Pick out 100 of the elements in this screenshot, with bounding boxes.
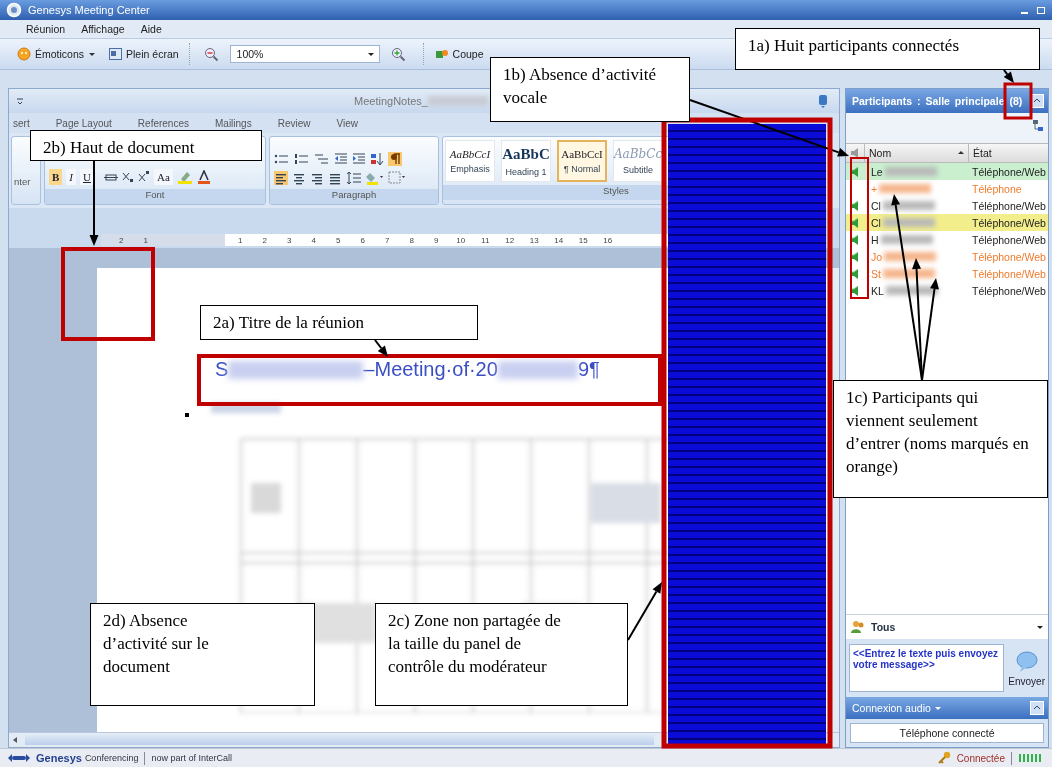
zoom-select[interactable]: 100% [229,45,380,63]
style-option[interactable]: AaBbCcI Emphasis [445,140,495,182]
style-option[interactable]: AaBbCcI ¶ Normal [557,140,607,182]
maximize-icon[interactable] [1036,5,1046,15]
ribbon-label: nter [14,176,32,187]
arrow [627,582,662,641]
document-title: MeetingNotes_ [354,95,428,107]
paragraph-mark-icon[interactable] [388,152,402,166]
annotation-callout: 1c) Participants qui viennent seulement d’entrer (noms marqués en orange) [833,380,1048,498]
fullscreen-button[interactable]: Plein écran [106,46,182,62]
menu-item[interactable]: Aide [140,23,162,35]
change-case-button[interactable]: Aa [153,169,173,185]
ribbon-group-label: Font [45,189,265,204]
ruler-number: 6 [359,235,366,245]
window-title: Genesys Meeting Center [28,4,150,16]
audio-status-field: Téléphone connecté [850,723,1044,743]
participant-name: Jo [871,250,883,263]
quick-access-icon[interactable] [15,96,25,106]
speaker-icon [850,147,860,159]
increase-indent-icon[interactable] [352,152,366,166]
ribbon-tab[interactable]: View [336,117,358,129]
decrease-indent-icon[interactable] [334,152,348,166]
brand-logo-icon [8,753,30,763]
participant-row[interactable]: H Téléphone/Web [846,231,1048,248]
align-right-icon[interactable] [310,171,324,185]
ruler-number: 10 [455,235,467,245]
ribbon-tab[interactable]: Review [277,117,311,129]
participant-name: Le [871,165,883,178]
annotation-callout: 2a) Titre de la réunion [200,305,478,340]
ribbon-tab[interactable]: References [137,117,189,129]
share-button[interactable]: Coupe [431,45,487,63]
participant-name: Cl [871,216,881,229]
ruler-number: 14 [553,235,565,245]
participant-row[interactable]: Cl Téléphone/Web [846,214,1048,231]
menu-item[interactable]: Réunion [26,23,66,35]
arrow [374,339,388,357]
ribbon-tab[interactable]: Mailings [215,117,252,129]
puzzle-icon [434,47,449,61]
help-icon[interactable] [817,94,829,108]
ribbon-group-label: Styles [603,185,629,196]
ruler-number: 12 [504,235,516,245]
brand-name: Genesys [36,752,82,764]
participant-row[interactable]: KL Téléphone/Web [846,282,1048,299]
subscript-icon[interactable] [121,171,134,183]
ruler-number: 16 [602,235,614,245]
annotation-callout: 2c) Zone non partagée de la taille du panel de contrôle du modérateur [375,603,628,706]
emoticons-button[interactable]: Émoticons [14,45,100,63]
ruler-number: 5 [335,235,342,245]
strikethrough-icon[interactable] [103,171,118,183]
caret-icon[interactable] [1036,623,1044,631]
redaction-blur [882,269,935,278]
ruler-number: 1 [237,235,244,245]
ruler-number: 13 [528,235,540,245]
multilevel-list-icon[interactable] [314,152,330,166]
ruler-number: 7 [384,235,391,245]
participant-status: Téléphone/Web [971,233,1046,246]
participant-row[interactable]: Le Téléphone/Web [846,163,1048,180]
redaction-blur [882,218,935,227]
participant-status: Téléphone/Web [971,199,1046,212]
style-option[interactable]: AaBbC Heading 1 [501,140,551,182]
ribbon-tab[interactable]: sert [13,117,30,129]
collapse-icon[interactable] [1030,701,1044,715]
horizontal-scrollbar[interactable] [25,735,654,745]
column-header[interactable]: Nom [864,144,968,162]
zoom-out-icon[interactable] [203,46,219,62]
bold-button[interactable]: B [49,169,63,185]
ruler-number: 3 [286,235,293,245]
participant-name: H [871,233,879,246]
justify-icon[interactable] [328,171,342,185]
redaction-blur [884,167,937,176]
arrow [1003,69,1014,83]
ruler-number: 11 [480,235,491,245]
ruler-number: 8 [408,235,415,245]
column-header[interactable]: État [968,144,1048,162]
redaction-blur [880,235,933,244]
font-color-icon[interactable] [196,170,211,184]
line-spacing-icon[interactable] [346,171,362,185]
panel-title: Connexion audio [852,702,931,714]
ruler-number: 1 [142,235,149,245]
recipient-label: Tous [871,621,897,633]
participant-name: St [871,267,881,280]
participant-row[interactable]: Cl Téléphone/Web [846,197,1048,214]
ribbon-tab[interactable]: Page Layout [55,117,112,129]
superscript-icon[interactable] [137,171,150,183]
sort-icon[interactable] [370,152,384,166]
network-icon[interactable] [1032,119,1044,133]
menu-item[interactable]: Affichage [81,23,125,35]
align-center-icon[interactable] [292,171,306,185]
send-button[interactable]: Envoyer [1008,649,1045,687]
ruler-number: 2 [261,235,268,245]
annotation-callout: 2d) Absence d’activité sur le document [90,603,315,706]
numbered-list-icon[interactable] [294,152,310,166]
underline-button[interactable]: U [80,169,94,185]
zoom-in-icon[interactable] [390,46,406,62]
bullet-list-icon[interactable] [274,152,290,166]
message-field[interactable]: <<Entrez le texte puis envoyez votre message>> [849,644,1005,692]
participant-name: + [871,182,878,195]
people-icon [850,620,866,634]
italic-button[interactable]: I [66,169,76,185]
align-left-icon[interactable] [274,171,288,185]
